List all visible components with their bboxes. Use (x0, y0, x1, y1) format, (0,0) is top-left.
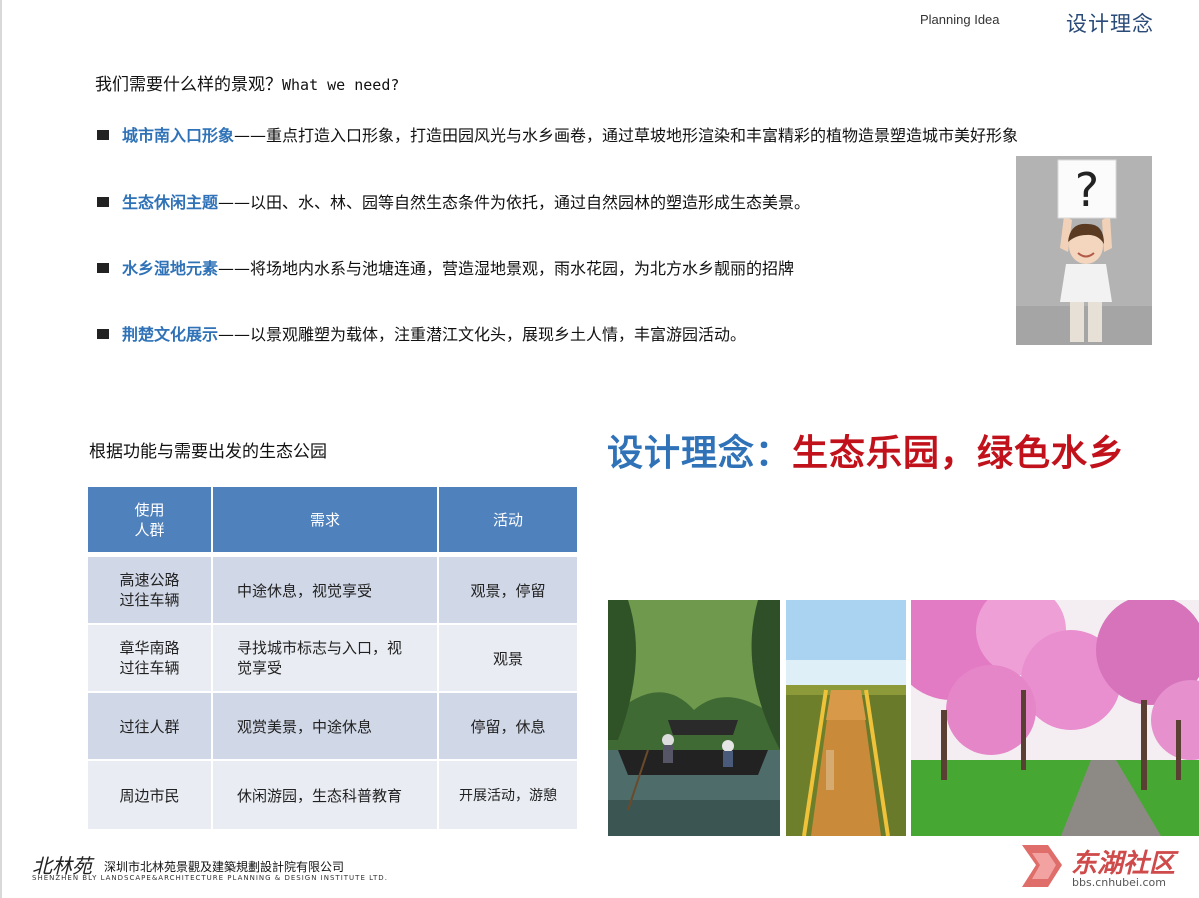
square-bullet-icon (97, 329, 109, 339)
table-title: 根据功能与需要出发的生态公园 (89, 442, 327, 462)
header-planning-idea: Planning Idea (920, 12, 1000, 27)
bullet-item: 城市南入口形象——重点打造入口形象，打造田园风光与水乡画卷，通过草坡地形渲染和丰… (97, 122, 1018, 146)
blossom-path-photo (911, 600, 1199, 836)
table-cell: 过往人群 (88, 693, 211, 759)
header-title: 设计理念 (1066, 12, 1154, 36)
table-cell: 寻找城市标志与入口，视 觉享受 (213, 625, 437, 691)
watermark-url: bbs.cnhubei.com (1072, 876, 1166, 889)
bullet-item: 生态休闲主题——以田、水、林、园等自然生态条件为依托，通过自然园林的塑造形成生态… (97, 189, 810, 213)
slogan-prefix: 设计理念： (607, 433, 793, 474)
bullet-keyword: 城市南入口形象 (122, 126, 235, 145)
bullet-text: ——以景观雕塑为载体，注重潜江文化头，展现乡土人情，丰富游园活动。 (218, 325, 747, 344)
section-question: 我们需要什么样的景观？What we need? (95, 70, 399, 95)
watermark-name: 东湖社区 (1071, 849, 1176, 879)
table-cell: 停留，休息 (439, 693, 577, 759)
table-cell: 观景 (439, 625, 577, 691)
table-cell: 高速公路 过往车辆 (88, 557, 211, 623)
left-border (0, 0, 2, 898)
bullet-item: 水乡湿地元素——将场地内水系与池塘连通，营造湿地景观，雨水花园，为北方水乡靓丽的… (97, 255, 794, 279)
design-slogan: 设计理念：生态乐园，绿色水乡 (607, 424, 1125, 476)
table-cell: 开展活动，游憩 (439, 761, 577, 829)
question-en: What we need? (282, 76, 400, 94)
child-question-photo: ? (1016, 156, 1152, 345)
bullet-keyword: 水乡湿地元素 (122, 259, 219, 278)
bullet-text: ——将场地内水系与池塘连通，营造湿地景观，雨水花园，为北方水乡靓丽的招牌 (218, 259, 795, 278)
table-header-cell: 使用 人群 (88, 487, 211, 552)
table-cell: 观景，停留 (439, 557, 577, 623)
table-cell: 中途休息，视觉享受 (213, 557, 437, 623)
bullet-keyword: 生态休闲主题 (122, 193, 219, 212)
watermark-logo-icon (1018, 843, 1068, 893)
bullet-text: ——重点打造入口形象，打造田园风光与水乡画卷，通过草坡地形渲染和丰富精彩的植物造… (234, 126, 1019, 145)
table-cell: 周边市民 (88, 761, 211, 829)
bullet-text: ——以田、水、林、园等自然生态条件为依托，通过自然园林的塑造形成生态美景。 (218, 193, 811, 212)
table-header-cell: 需求 (213, 487, 437, 552)
boardwalk-photo (786, 600, 906, 836)
table-cell: 章华南路 过往车辆 (88, 625, 211, 691)
table-cell: 休闲游园，生态科普教育 (213, 761, 437, 829)
table-cell: 观赏美景，中途休息 (213, 693, 437, 759)
company-name-cn: 深圳市北林苑景觀及建築規劃設計院有限公司 (104, 860, 345, 874)
question-cn: 我们需要什么样的景观？ (95, 75, 282, 95)
slogan-highlight: 生态乐园，绿色水乡 (792, 433, 1126, 474)
sign-question-mark: ? (1075, 163, 1099, 217)
bullet-item: 荆楚文化展示——以景观雕塑为载体，注重潜江文化头，展现乡土人情，丰富游园活动。 (97, 321, 746, 345)
square-bullet-icon (97, 263, 109, 273)
square-bullet-icon (97, 130, 109, 140)
table-header-cell: 活动 (439, 487, 577, 552)
square-bullet-icon (97, 197, 109, 207)
bullet-keyword: 荆楚文化展示 (122, 325, 219, 344)
company-name-en: SHENZHEN BLY LANDSCAPE&ARCHITECTURE PLAN… (32, 874, 388, 882)
canal-boats-photo (608, 600, 780, 836)
